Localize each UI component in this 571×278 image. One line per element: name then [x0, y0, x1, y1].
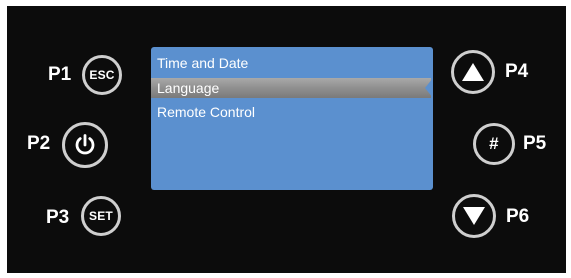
arrow-down-icon — [463, 207, 485, 225]
arrow-up-icon — [462, 63, 484, 81]
menu-item-time-and-date[interactable]: Time and Date — [151, 53, 431, 73]
p5-label: P5 — [523, 133, 547, 154]
power-icon — [75, 134, 95, 155]
power-button[interactable] — [62, 122, 108, 168]
set-button[interactable]: SET — [81, 196, 121, 236]
up-button[interactable] — [451, 50, 495, 94]
set-button-label: SET — [89, 209, 113, 223]
esc-button[interactable]: ESC — [82, 55, 122, 95]
esc-button-label: ESC — [89, 68, 115, 82]
control-panel: P1 ESC P2 P3 SET Time and Date Language … — [7, 6, 566, 273]
menu-item-remote-control[interactable]: Remote Control — [151, 102, 431, 122]
down-button[interactable] — [452, 194, 496, 238]
p1-label: P1 — [48, 64, 72, 85]
p6-label: P6 — [506, 206, 530, 227]
hash-button[interactable]: # — [473, 123, 515, 165]
menu-item-language[interactable]: Language — [151, 78, 433, 98]
p4-label: P4 — [505, 61, 529, 82]
p2-label: P2 — [27, 133, 51, 154]
p3-label: P3 — [46, 207, 70, 228]
lcd-screen: Time and Date Language Remote Control — [151, 47, 433, 190]
hash-button-label: # — [489, 134, 499, 153]
